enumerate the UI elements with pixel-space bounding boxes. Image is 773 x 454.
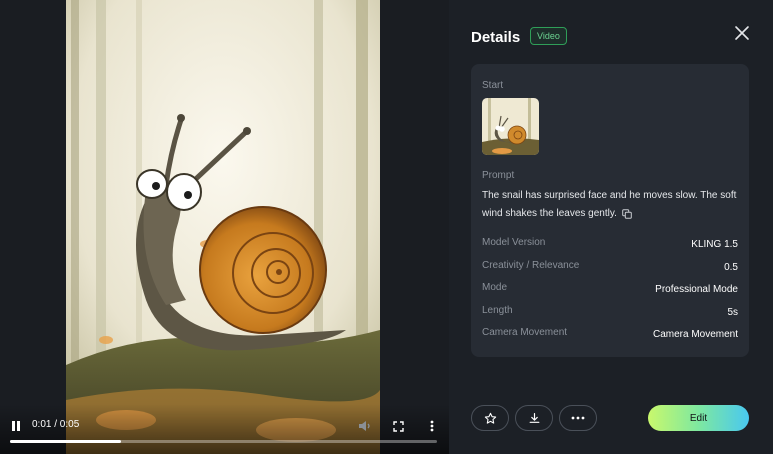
row-label-camera-movement: Camera Movement <box>482 327 568 338</box>
fullscreen-button[interactable] <box>388 416 408 436</box>
more-horizontal-icon <box>571 416 585 420</box>
app-root: 0:01 / 0:05 Details Video Start Prompt T… <box>0 0 773 454</box>
download-button[interactable] <box>515 405 553 431</box>
time-display: 0:01 / 0:05 <box>32 419 80 430</box>
volume-button[interactable] <box>354 416 374 436</box>
row-value-camera-movement: Camera Movement <box>652 329 738 340</box>
row-label-creativity: Creativity / Relevance <box>482 260 580 271</box>
copy-prompt-button[interactable] <box>622 208 632 220</box>
player-controls: 0:01 / 0:05 <box>0 404 449 454</box>
more-vertical-icon <box>430 420 434 432</box>
close-button[interactable] <box>733 24 751 42</box>
edit-button[interactable]: Edit <box>648 405 749 431</box>
progress-fill <box>10 440 122 443</box>
row-value-mode: Professional Mode <box>655 284 738 295</box>
details-title: Details <box>471 29 521 46</box>
prompt-text-block: The snail has surprised face and he move… <box>482 187 744 223</box>
row-label-model-version: Model Version <box>482 237 546 248</box>
edit-button-label: Edit <box>689 412 708 424</box>
player-more-button[interactable] <box>422 416 442 436</box>
details-card: Start Prompt The snail has surprised fac… <box>471 64 749 357</box>
start-thumbnail[interactable] <box>482 98 539 155</box>
star-icon <box>484 412 496 424</box>
snail-video-image <box>66 0 380 454</box>
row-value-model-version: KLING 1.5 <box>691 239 738 250</box>
row-value-length: 5s <box>727 307 738 318</box>
fullscreen-icon <box>392 420 404 432</box>
pause-icon <box>12 421 20 431</box>
row-label-length: Length <box>482 305 513 316</box>
pause-button[interactable] <box>6 416 26 436</box>
video-frame[interactable] <box>66 0 380 454</box>
progress-bar[interactable] <box>10 440 437 443</box>
download-icon <box>529 412 539 423</box>
volume-icon <box>358 421 370 431</box>
details-panel: Details Video Start Prompt The snail has… <box>449 0 773 454</box>
copy-icon <box>622 209 632 220</box>
favorite-button[interactable] <box>471 405 509 431</box>
thumbnail-image <box>482 98 539 155</box>
close-icon <box>735 26 749 40</box>
type-badge: Video <box>530 27 567 45</box>
row-value-creativity: 0.5 <box>724 262 738 273</box>
prompt-label: Prompt <box>482 170 515 181</box>
row-label-mode: Mode <box>482 282 508 293</box>
prompt-text: The snail has surprised face and he move… <box>482 190 737 219</box>
more-options-button[interactable] <box>559 405 597 431</box>
video-player[interactable]: 0:01 / 0:05 <box>0 0 449 454</box>
start-label: Start <box>482 80 504 91</box>
